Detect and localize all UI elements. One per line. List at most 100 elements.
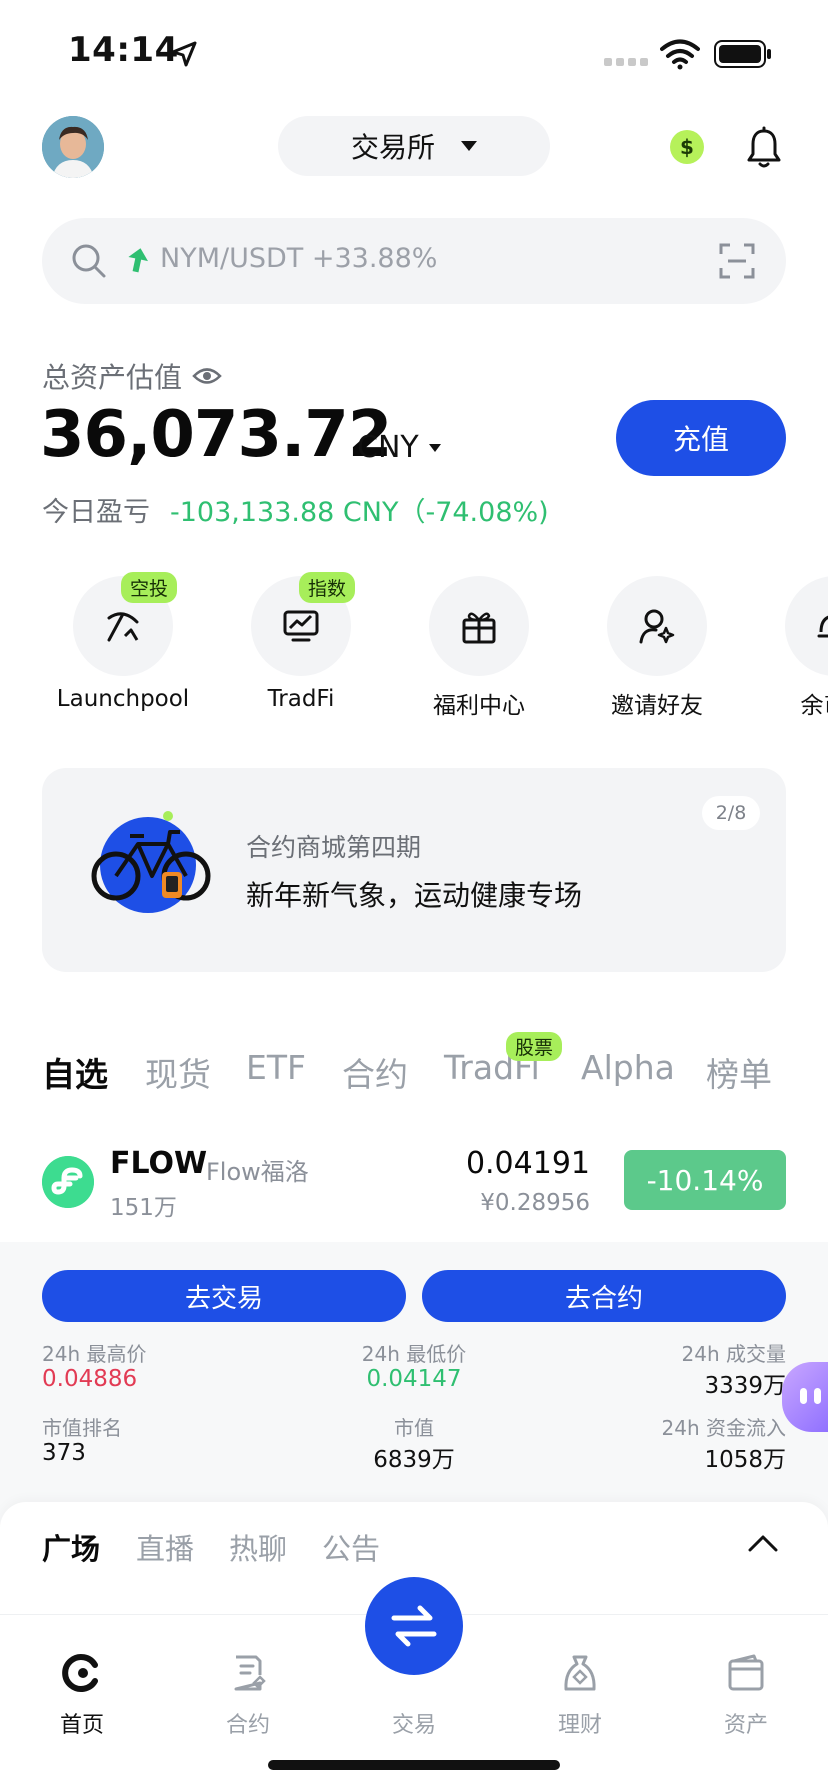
total-assets-value: 36,073.72: [40, 398, 392, 472]
nav-finance[interactable]: 理财: [520, 1633, 640, 1738]
banner-page-indicator: 2/8: [702, 796, 760, 830]
quick-item-launchpool[interactable]: 空投 Launchpool: [43, 572, 203, 726]
stat-inflow-value: 1058万: [704, 1447, 786, 1473]
tab-announcements[interactable]: 公告: [322, 1526, 380, 1568]
nav-label: 资产: [723, 1713, 768, 1738]
coin-fiat-price: ¥0.28956: [480, 1190, 590, 1216]
stat-low-value: 0.04147: [366, 1366, 462, 1392]
cellular-signal-icon: [604, 58, 648, 68]
tab-etf[interactable]: ETF: [246, 1048, 306, 1087]
bicycle-promo-image: [91, 811, 211, 913]
tab-tag: 股票: [506, 1032, 563, 1061]
quick-item-label: 福利中心: [433, 693, 525, 719]
caret-down-icon: [461, 141, 477, 151]
coin-name: Flow福洛: [206, 1158, 309, 1186]
chat-assistant-bubble[interactable]: [782, 1362, 828, 1432]
battery-icon: [714, 40, 771, 68]
pickaxe-icon: [107, 612, 139, 642]
status-time: 14:14: [68, 30, 179, 70]
chevron-up-icon[interactable]: [746, 1532, 780, 1554]
stat-volume-value: 3339万: [704, 1373, 786, 1399]
search-hot-keyword: NYM/USDT +33.88%: [160, 243, 438, 274]
invite-user-icon: [639, 609, 675, 644]
avatar[interactable]: [42, 116, 104, 178]
tab-square[interactable]: 广场: [42, 1526, 100, 1568]
location-arrow-icon: [171, 41, 197, 67]
quick-item-label: 余币宝: [800, 693, 828, 719]
tab-spot[interactable]: 现货: [145, 1048, 211, 1096]
nav-label: 合约: [225, 1713, 270, 1738]
exchange-switcher[interactable]: 交易所: [278, 116, 550, 176]
tab-live[interactable]: 直播: [136, 1526, 194, 1568]
nav-label: 理财: [557, 1713, 602, 1738]
coin-price: 0.04191: [465, 1146, 590, 1181]
total-assets-label: 总资产估值: [42, 356, 222, 396]
currency-label: CNY: [357, 430, 419, 465]
eye-icon[interactable]: [192, 365, 222, 387]
today-pnl-label: 今日盈亏: [42, 497, 150, 528]
deposit-button[interactable]: 充值: [616, 400, 786, 476]
search-icon: [72, 244, 106, 278]
coin-symbol: FLOW: [110, 1146, 208, 1181]
go-futures-button[interactable]: 去合约: [422, 1270, 786, 1322]
stat-mcap-label: 市值: [394, 1416, 434, 1440]
quick-item-label: TradFi: [267, 686, 335, 712]
price-change-badge[interactable]: -10.14%: [624, 1150, 786, 1210]
promo-banner[interactable]: 合约商城第四期 新年新气象，运动健康专场 2/8: [42, 768, 786, 972]
tab-alpha[interactable]: Alpha: [581, 1048, 675, 1087]
trend-up-icon: [128, 248, 148, 273]
swap-icon: [391, 1605, 437, 1647]
stat-rank-value: 373: [42, 1440, 86, 1466]
trade-fab-button[interactable]: [365, 1577, 463, 1675]
bell-icon[interactable]: [745, 126, 783, 170]
tab-ranking[interactable]: 榜单: [706, 1048, 776, 1096]
banner-title: 新年新气象，运动健康专场: [246, 879, 583, 912]
quick-item-circle: [607, 576, 707, 676]
quick-item-circle: [429, 576, 529, 676]
quick-item-tradfi[interactable]: 指数 TradFi: [221, 572, 381, 726]
tab-favorites[interactable]: 自选: [42, 1048, 108, 1096]
go-trade-button[interactable]: 去交易: [42, 1270, 406, 1322]
stat-volume-label: 24h 成交量: [681, 1342, 786, 1366]
quick-item-tag: 空投: [121, 572, 178, 603]
quick-item-label: 邀请好友: [611, 693, 703, 719]
stat-mcap-value: 6839万: [373, 1447, 455, 1473]
scan-icon[interactable]: [718, 242, 756, 280]
coin-volume: 151万: [110, 1195, 177, 1221]
dollar-icon[interactable]: $: [670, 130, 704, 164]
finance-icon: [564, 1655, 596, 1691]
futures-icon: [234, 1655, 266, 1691]
quick-item-tag: 指数: [299, 572, 356, 603]
coin-detail-panel: 去交易 去合约 24h 最高价 0.04886 24h 最低价 0.04147 …: [0, 1242, 828, 1532]
stat-rank-label: 市值排名: [42, 1416, 122, 1440]
search-bar[interactable]: NYM/USDT +33.88%: [42, 218, 786, 304]
wallet-icon: [728, 1654, 764, 1691]
quick-item-invite[interactable]: 邀请好友: [577, 576, 737, 726]
banner-subtitle: 合约商城第四期: [246, 833, 422, 862]
quick-item-rewards[interactable]: 福利中心: [399, 576, 559, 726]
wifi-icon: [660, 39, 700, 70]
home-icon: [62, 1654, 98, 1692]
quick-item-circle: [785, 576, 828, 676]
avatar-image: [42, 116, 104, 178]
tab-futures[interactable]: 合约: [342, 1048, 408, 1096]
total-assets-label-text: 总资产估值: [42, 361, 183, 394]
savings-icon: [817, 615, 828, 638]
nav-label: 交易: [391, 1713, 436, 1738]
tab-hot-chat[interactable]: 热聊: [229, 1526, 287, 1568]
caret-down-icon: [428, 443, 441, 452]
currency-selector[interactable]: CNY: [357, 430, 441, 465]
stat-low-label: 24h 最低价: [361, 1342, 467, 1366]
nav-home[interactable]: 首页: [22, 1633, 142, 1738]
chart-monitor-icon: [283, 610, 319, 642]
home-indicator: [268, 1760, 560, 1770]
gift-icon: [462, 612, 496, 644]
stat-high-label: 24h 最高价: [42, 1342, 147, 1366]
stat-inflow-label: 24h 资金流入: [661, 1416, 786, 1440]
nav-futures[interactable]: 合约: [188, 1633, 308, 1738]
quick-item-savings[interactable]: 余币宝: [755, 576, 828, 726]
today-pnl-value: -103,133.88 CNY（-74.08%): [170, 497, 549, 528]
quick-item-label: Launchpool: [56, 686, 190, 712]
nav-assets[interactable]: 资产: [686, 1633, 806, 1738]
nav-label: 首页: [59, 1713, 104, 1738]
